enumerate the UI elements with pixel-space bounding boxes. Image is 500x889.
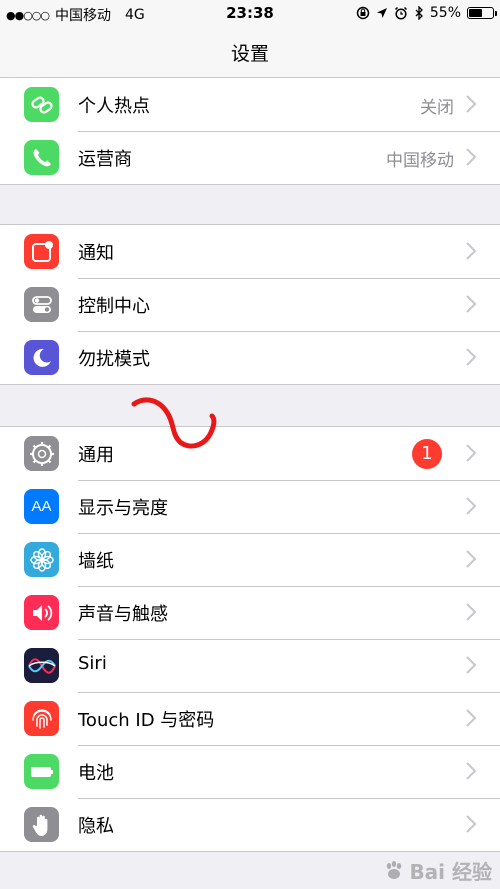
chevron-right-icon	[466, 348, 477, 366]
chevron-right-icon	[466, 444, 477, 462]
chevron-right-icon	[466, 709, 477, 727]
settings-group-network: 个人热点 关闭 运营商 中国移动	[0, 77, 500, 185]
chevron-right-icon	[466, 603, 477, 621]
display-icon: AA	[24, 489, 59, 524]
red-arrow-annotation	[131, 397, 217, 449]
settings-row-label: Touch ID 与密码	[78, 710, 215, 731]
location-icon	[376, 8, 387, 18]
chevron-right-icon	[466, 95, 477, 113]
settings-row-value: 关闭	[420, 98, 454, 118]
settings-row-carrier[interactable]: 运营商 中国移动	[0, 131, 500, 184]
settings-row-label: 控制中心	[78, 296, 150, 317]
rotation-lock-icon	[356, 6, 370, 20]
settings-row-label: 运营商	[78, 149, 132, 170]
chevron-right-icon	[466, 656, 477, 674]
settings-row-label: 个人热点	[78, 96, 150, 117]
settings-row-label: 显示与亮度	[78, 498, 168, 519]
chevron-right-icon	[466, 762, 477, 780]
battery-icon	[467, 7, 497, 19]
chevron-right-icon	[466, 295, 477, 313]
settings-row-hotspot[interactable]: 个人热点 关闭	[0, 78, 500, 131]
battery-percent: 55%	[429, 5, 461, 21]
nav-bar: 设置	[0, 28, 500, 78]
settings-row-touch-id[interactable]: Touch ID 与密码	[0, 692, 500, 745]
hand-icon	[24, 807, 59, 842]
moon-icon	[24, 340, 59, 375]
gear-icon	[24, 436, 59, 471]
settings-row-battery[interactable]: 电池	[0, 745, 500, 798]
settings-row-privacy[interactable]: 隐私	[0, 798, 500, 851]
alarm-icon	[394, 6, 407, 20]
settings-row-siri[interactable]: Siri	[0, 639, 500, 692]
settings-row-notifications[interactable]: 通知	[0, 225, 500, 278]
settings-row-display[interactable]: AA 显示与亮度	[0, 480, 500, 533]
settings-row-value: 中国移动	[386, 151, 454, 171]
watermark-text: Bai 经验	[409, 860, 492, 884]
phone-icon	[24, 140, 59, 175]
settings-row-label: Siri	[78, 653, 107, 674]
settings-row-label: 勿扰模式	[78, 349, 150, 370]
display-icon-text: AA	[31, 498, 52, 515]
settings-row-label: 隐私	[78, 816, 114, 837]
chevron-right-icon	[466, 497, 477, 515]
chevron-right-icon	[466, 242, 477, 260]
settings-row-label: 通用	[78, 445, 114, 466]
chevron-right-icon	[466, 815, 477, 833]
speaker-icon	[24, 595, 59, 630]
battery-setting-icon	[24, 754, 59, 789]
settings-group-general: 通用 1 AA 显示与亮度 墙纸 声音与触感 Siri Touch ID 与密码…	[0, 426, 500, 852]
settings-group-system: 通知 控制中心 勿扰模式	[0, 224, 500, 385]
siri-icon	[24, 648, 59, 683]
update-badge: 1	[412, 439, 442, 469]
settings-row-sounds[interactable]: 声音与触感	[0, 586, 500, 639]
wallpaper-icon	[24, 542, 59, 577]
settings-row-label: 声音与触感	[78, 604, 168, 625]
settings-row-control-center[interactable]: 控制中心	[0, 278, 500, 331]
hotspot-icon	[24, 87, 59, 122]
bluetooth-icon	[415, 6, 423, 20]
status-bar: ●●○○○ 中国移动 4G 23:38 55%	[0, 0, 500, 28]
settings-row-label: 电池	[78, 763, 114, 784]
paw-icon	[387, 860, 402, 879]
settings-row-general[interactable]: 通用 1	[0, 427, 500, 480]
notifications-icon	[24, 234, 59, 269]
control-center-icon	[24, 287, 59, 322]
chevron-right-icon	[466, 148, 477, 166]
chevron-right-icon	[466, 550, 477, 568]
settings-row-wallpaper[interactable]: 墙纸	[0, 533, 500, 586]
page-title: 设置	[230, 43, 269, 65]
settings-row-label: 通知	[78, 243, 114, 264]
fingerprint-icon	[24, 701, 59, 736]
baidu-watermark: Bai 经验	[383, 856, 492, 885]
settings-row-do-not-disturb[interactable]: 勿扰模式	[0, 331, 500, 384]
settings-row-label: 墙纸	[78, 551, 114, 572]
